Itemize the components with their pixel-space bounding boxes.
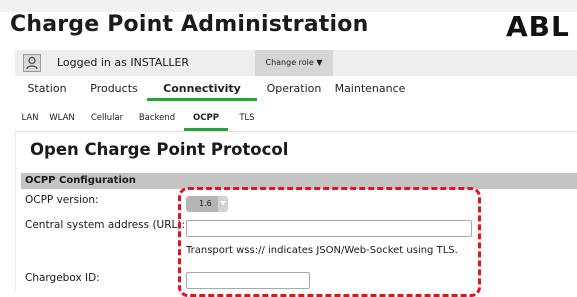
subtab-wlan[interactable]: WLAN [42,105,82,131]
subtab-cellular[interactable]: Cellular [82,105,132,131]
section-header: OCPP Configuration [21,173,577,189]
tab-connectivity[interactable]: Connectivity [147,77,257,101]
subtab-lan[interactable]: LAN [15,105,45,131]
user-icon [23,54,41,72]
chevron-down-icon [218,196,228,212]
tab-products[interactable]: Products [81,77,147,101]
tab-maintenance[interactable]: Maintenance [325,77,415,101]
logged-in-label: Logged in as INSTALLER [57,56,190,69]
subtab-ocpp[interactable]: OCPP [184,105,228,131]
chargebox-id-label: Chargebox ID: [25,272,100,284]
ocpp-version-label: OCPP version: [25,194,99,206]
main-nav: Station Products Connectivity Operation … [15,77,577,101]
chargebox-id-input[interactable] [186,272,310,289]
brand-logo: ABL [506,10,570,43]
subtab-backend[interactable]: Backend [132,105,182,131]
change-role-button[interactable]: Change role ▼ [255,50,333,76]
subtab-tls[interactable]: TLS [228,105,266,131]
central-system-url-input[interactable] [186,220,472,237]
top-strip [0,0,577,12]
tab-operation[interactable]: Operation [255,77,333,101]
tab-station[interactable]: Station [15,77,79,101]
sub-nav: LAN WLAN Cellular Backend OCPP TLS [15,105,577,132]
central-system-url-label: Central system address (URL): [25,219,186,231]
app-title: Charge Point Administration [10,12,369,37]
ocpp-version-select[interactable]: 1.6 [186,196,228,212]
page-title: Open Charge Point Protocol [30,140,289,159]
transport-hint: Transport wss:// indicates JSON/Web-Sock… [186,245,458,256]
ocpp-version-value: 1.6 [199,199,212,208]
user-bar: Logged in as INSTALLER Change role ▼ [15,50,577,76]
